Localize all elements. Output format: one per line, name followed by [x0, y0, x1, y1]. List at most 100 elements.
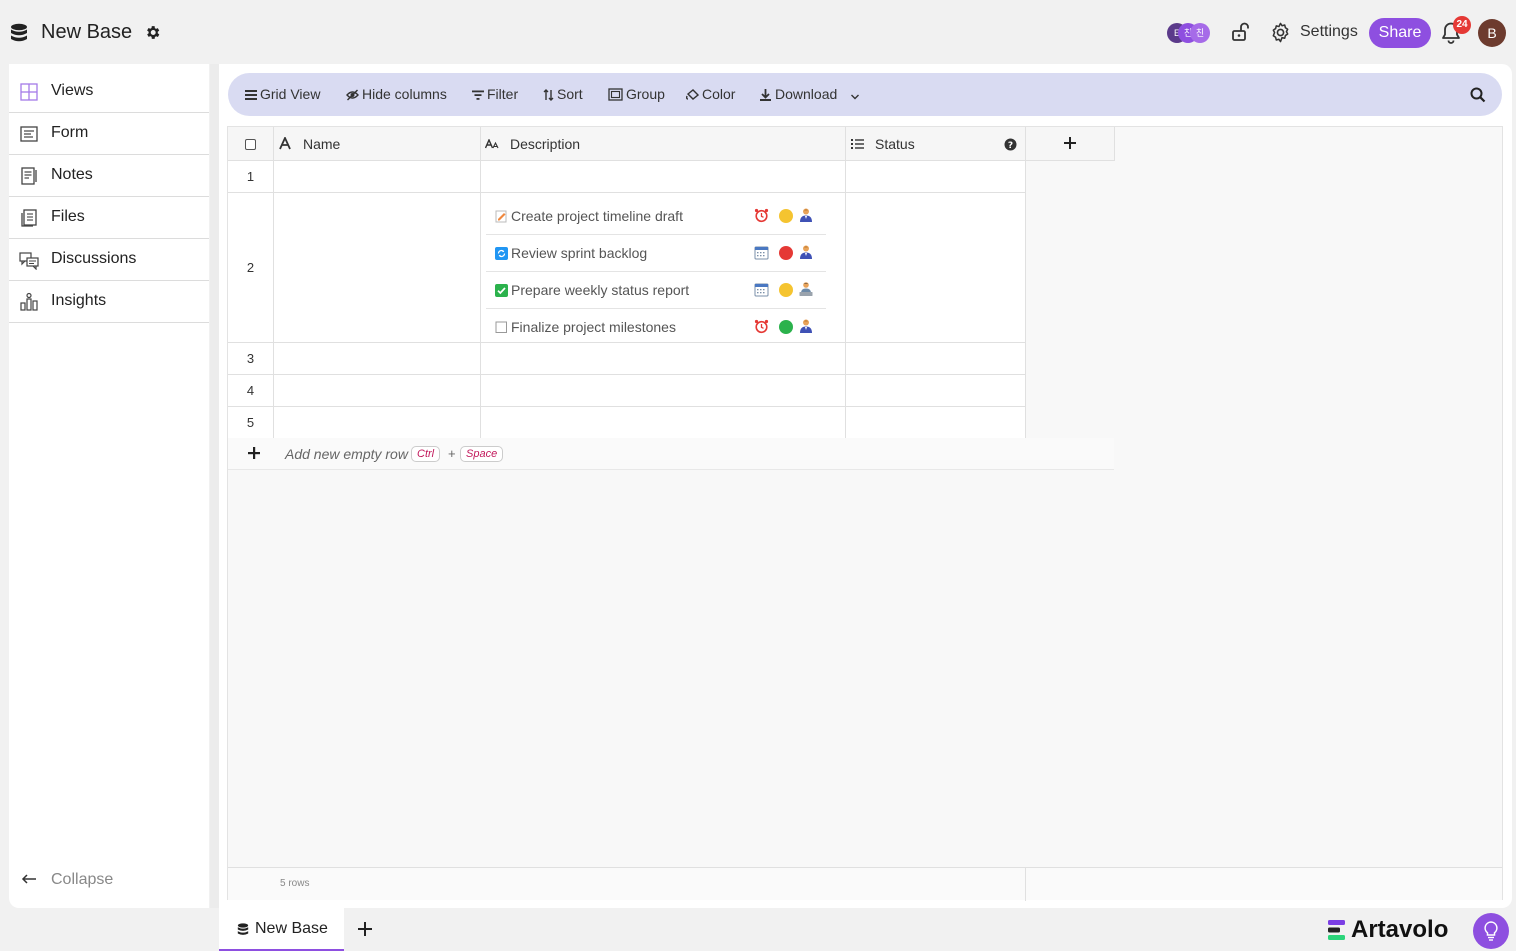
sidebar-item-discussions[interactable]: Discussions: [9, 239, 209, 281]
name-cell[interactable]: [274, 343, 481, 375]
paint-bucket-icon: [685, 89, 700, 100]
description-task-item[interactable]: Prepare weekly status report: [486, 272, 826, 309]
group-icon: [608, 88, 623, 101]
sort-arrows-icon: [543, 89, 554, 101]
hide-columns-button[interactable]: Hide columns: [346, 86, 447, 104]
sidebar-item-label: Files: [51, 208, 85, 225]
long-text-type-icon: [485, 139, 499, 149]
checked-box-icon: [495, 284, 508, 297]
data-grid: Name Description Status ? 1 2 Create pro…: [227, 126, 1503, 901]
task-text: Finalize project milestones: [511, 319, 676, 335]
chevron-down-icon: [851, 94, 860, 100]
search-icon[interactable]: [1469, 86, 1487, 104]
group-button[interactable]: Group: [608, 86, 665, 104]
status-cell[interactable]: [846, 161, 1026, 193]
collaborator-avatar: 친: [1190, 23, 1210, 43]
sidebar-item-views[interactable]: Views: [9, 71, 209, 113]
description-cell[interactable]: [481, 375, 846, 407]
collapse-label: Collapse: [51, 871, 114, 888]
sidebar-item-files[interactable]: Files: [9, 197, 209, 239]
base-settings-gear-icon[interactable]: [144, 24, 161, 41]
description-task-item[interactable]: Review sprint backlog: [486, 235, 826, 272]
column-header-description[interactable]: Description: [481, 127, 846, 161]
settings-gear-icon[interactable]: [1269, 21, 1292, 44]
row-number: 5: [228, 407, 274, 439]
status-cell[interactable]: [846, 193, 1026, 343]
filter-label: Filter: [487, 86, 519, 102]
add-column-button[interactable]: [1026, 127, 1115, 161]
grid-view-button[interactable]: Grid View: [245, 86, 320, 104]
color-button[interactable]: Color: [685, 86, 735, 104]
description-cell[interactable]: [481, 161, 846, 193]
share-button[interactable]: Share: [1369, 18, 1431, 48]
status-cell[interactable]: [846, 375, 1026, 407]
collaborator-avatars[interactable]: E 친 친: [1166, 21, 1212, 45]
sidebar-item-form[interactable]: Form: [9, 113, 209, 155]
sidebar: Views Form Notes Files Discussions Insig…: [9, 64, 209, 908]
hide-columns-label: Hide columns: [362, 86, 447, 102]
arrow-left-icon: [21, 874, 36, 884]
person-icon: [800, 319, 812, 333]
add-row-button[interactable]: Add new empty row Ctrl + Space: [228, 438, 1114, 470]
add-tab-plus-icon[interactable]: [356, 920, 374, 938]
filter-icon: [472, 90, 484, 100]
description-task-item[interactable]: Finalize project milestones: [486, 309, 826, 346]
artavolo-logo: Artavolo: [1326, 916, 1466, 944]
text-type-icon: [279, 137, 291, 150]
form-icon: [20, 126, 38, 142]
name-cell[interactable]: [274, 375, 481, 407]
name-cell[interactable]: [274, 407, 481, 439]
ideas-bulb-button[interactable]: [1473, 913, 1509, 949]
select-all-checkbox[interactable]: [245, 139, 256, 150]
sidebar-resize-handle[interactable]: [210, 64, 219, 908]
unlock-icon[interactable]: [1230, 21, 1252, 43]
insights-icon: [20, 292, 38, 311]
description-cell[interactable]: Create project timeline draft Review spr…: [481, 193, 846, 343]
name-cell[interactable]: [274, 161, 481, 193]
discussions-icon: [19, 252, 39, 270]
empty-box-icon: [495, 321, 507, 333]
plus-icon: [248, 447, 260, 459]
name-cell[interactable]: [274, 193, 481, 343]
sidebar-item-notes[interactable]: Notes: [9, 155, 209, 197]
database-icon: [237, 923, 249, 935]
notification-count-badge: 24: [1453, 16, 1471, 34]
column-header-status[interactable]: Status ?: [846, 127, 1026, 161]
menu-lines-icon: [245, 90, 257, 100]
column-header-label: Description: [510, 136, 581, 152]
shortcut-key-ctrl: Ctrl: [411, 446, 441, 462]
help-question-icon[interactable]: ?: [1004, 138, 1017, 151]
database-icon: [11, 23, 27, 42]
refresh-icon: [495, 247, 508, 260]
person-laptop-icon: [799, 282, 813, 296]
task-text: Review sprint backlog: [511, 245, 648, 261]
row-number: 4: [228, 375, 274, 407]
tab-new-base[interactable]: New Base: [219, 908, 344, 951]
main-panel: Grid View Hide columns Filter Sort Group…: [219, 64, 1512, 908]
description-cell[interactable]: [481, 343, 846, 375]
footer-divider: [1025, 868, 1026, 901]
user-avatar[interactable]: B: [1478, 19, 1506, 47]
row-number: 3: [228, 343, 274, 375]
person-icon: [800, 208, 812, 222]
row-count: 5 rows: [280, 878, 310, 889]
task-text: Prepare weekly status report: [511, 282, 690, 298]
notes-icon: [21, 167, 37, 185]
status-dot: [779, 209, 793, 223]
download-button[interactable]: Download: [759, 86, 863, 104]
status-cell[interactable]: [846, 343, 1026, 375]
sidebar-item-label: Notes: [51, 166, 93, 183]
sort-button[interactable]: Sort: [543, 86, 583, 104]
logo-mark-icon: [1328, 920, 1345, 940]
collapse-sidebar-button[interactable]: Collapse: [9, 867, 209, 893]
description-task-item[interactable]: Create project timeline draft: [486, 198, 826, 235]
column-header-name[interactable]: Name: [274, 127, 481, 161]
sidebar-item-insights[interactable]: Insights: [9, 281, 209, 323]
status-cell[interactable]: [846, 407, 1026, 439]
svg-text:?: ?: [1008, 141, 1013, 151]
view-toolbar: Grid View Hide columns Filter Sort Group…: [228, 73, 1502, 116]
filter-button[interactable]: Filter: [472, 86, 518, 104]
description-cell[interactable]: [481, 407, 846, 439]
settings-link[interactable]: Settings: [1300, 23, 1358, 41]
status-dot: [779, 283, 793, 297]
